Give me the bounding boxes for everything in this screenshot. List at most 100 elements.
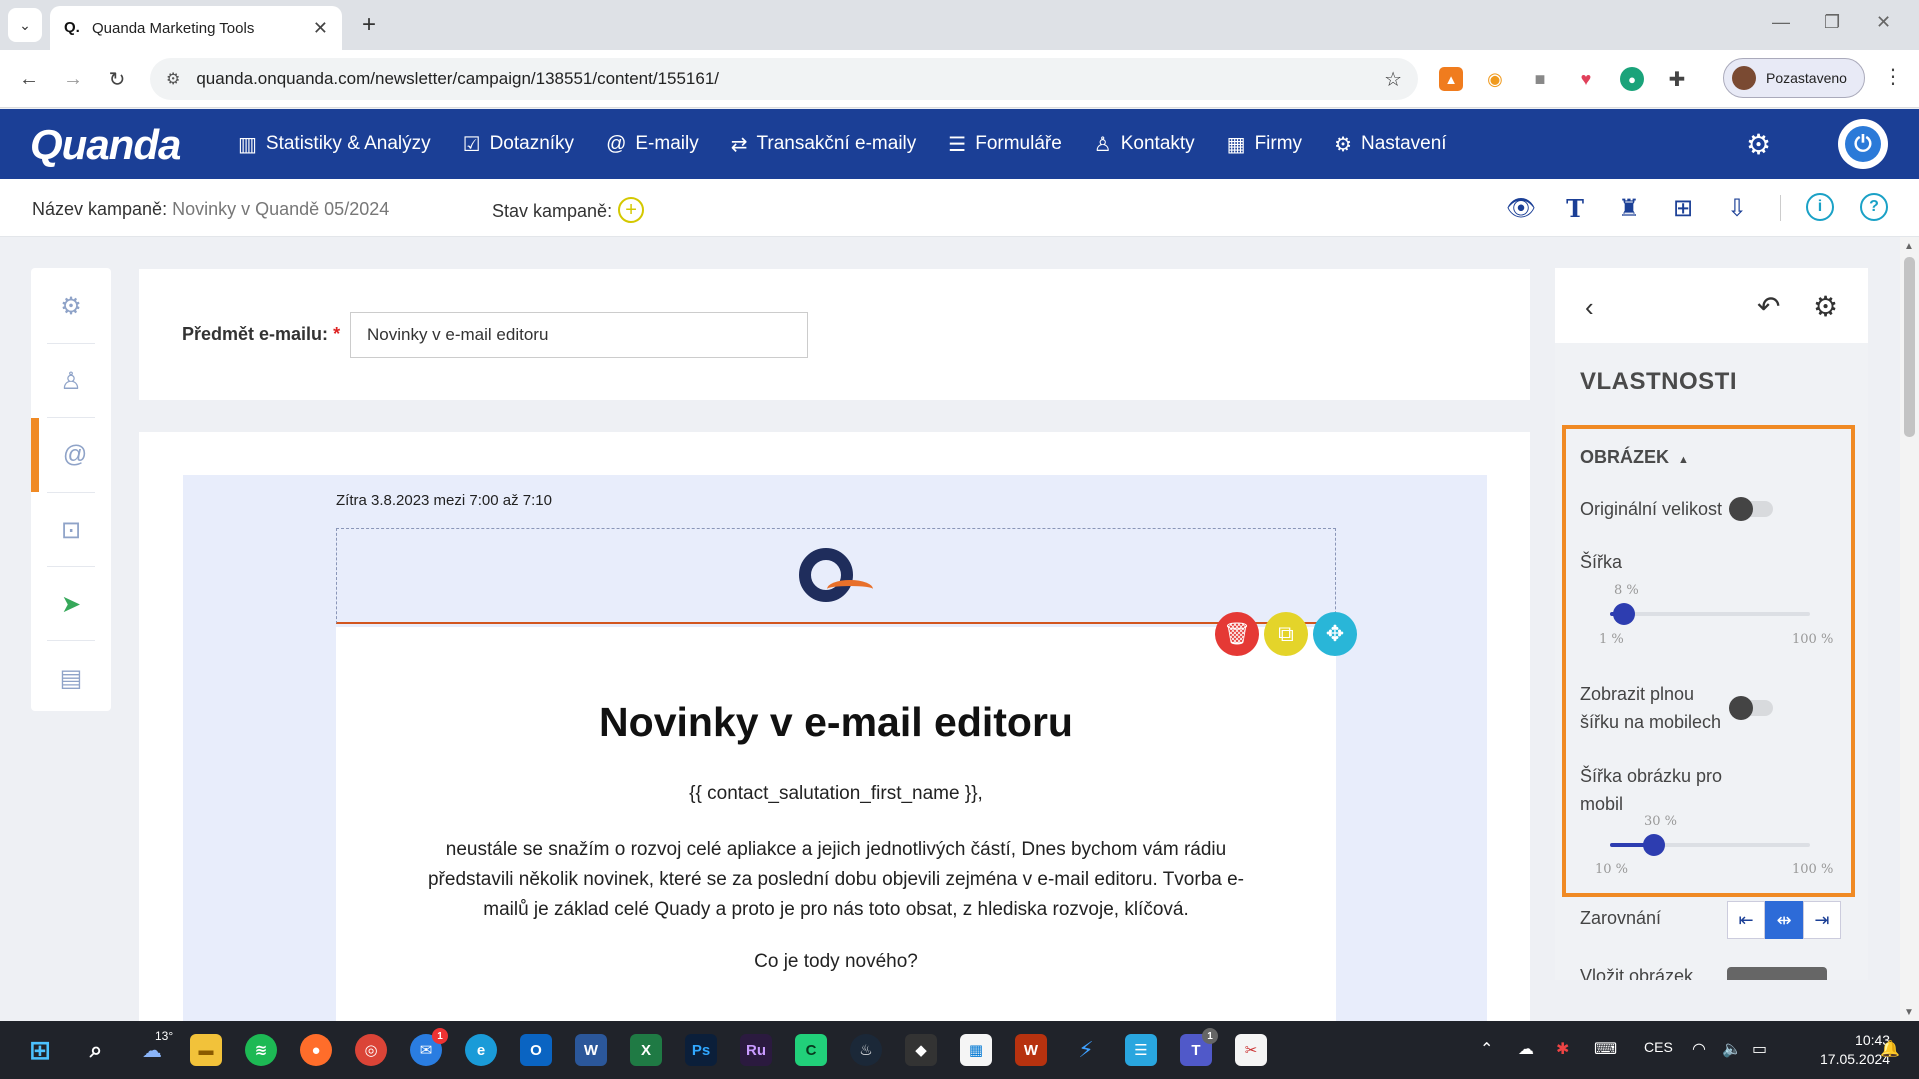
teams-icon[interactable]: T1 — [1180, 1028, 1218, 1066]
onedrive-icon[interactable]: ☁ — [1518, 1039, 1534, 1059]
notifications-bell-icon[interactable]: 🔔 — [1880, 1039, 1900, 1059]
gear-icon[interactable]: ⚙ — [1813, 290, 1838, 323]
notepad-icon[interactable]: ☰ — [1125, 1034, 1157, 1066]
snipping-tool-icon[interactable]: ✂ — [1235, 1034, 1267, 1066]
extensions-puzzle-icon[interactable]: ✚ — [1665, 67, 1689, 91]
add-state-icon[interactable]: + — [618, 197, 645, 223]
rss-extension-icon[interactable]: ◉ — [1483, 67, 1507, 91]
thunderbird-icon[interactable]: ✉ 1 — [410, 1028, 448, 1066]
email-question[interactable]: Co je tody nového? — [336, 951, 1336, 973]
text-style-icon[interactable]: T — [1560, 193, 1590, 223]
windows-start-icon[interactable]: ⊞ — [24, 1034, 56, 1066]
subject-input[interactable] — [350, 312, 808, 358]
help-icon[interactable]: ? — [1860, 193, 1888, 221]
microsoft-store-icon[interactable]: ▦ — [960, 1034, 992, 1066]
minimize-icon[interactable]: — — [1772, 12, 1790, 33]
pocket-extension-icon[interactable]: ♥ — [1574, 67, 1598, 91]
logout-button[interactable]: ⏻ — [1838, 119, 1888, 169]
original-size-toggle[interactable] — [1729, 497, 1773, 521]
back-arrow-icon[interactable]: ← — [14, 64, 44, 94]
delete-block-button[interactable]: 🗑 — [1215, 612, 1259, 656]
width-slider[interactable] — [1610, 603, 1810, 625]
file-explorer-icon[interactable]: ▬ — [190, 1034, 222, 1066]
battery-icon[interactable]: ▭ — [1752, 1039, 1767, 1059]
browser-tab[interactable]: Q. Quanda Marketing Tools ✕ — [50, 6, 342, 50]
ublock-extension-icon[interactable]: ● — [1620, 67, 1644, 91]
word-icon[interactable]: W — [575, 1034, 607, 1066]
align-right-button[interactable]: ⇥ — [1803, 901, 1841, 939]
mobile-full-width-toggle[interactable] — [1729, 696, 1773, 720]
outlook-icon[interactable]: O — [520, 1034, 552, 1066]
edge-icon[interactable]: e — [465, 1034, 497, 1066]
insert-image-button[interactable] — [1727, 967, 1827, 980]
quanda-logo[interactable]: Quanda — [30, 121, 181, 169]
sidebar-item-content[interactable]: @ — [31, 418, 111, 492]
power-automate-icon[interactable]: ⚡ — [1070, 1034, 1102, 1066]
sidebar-item-report[interactable]: ▤ — [31, 641, 111, 715]
nav-item-forms[interactable]: ☰ Formuláře — [948, 132, 1062, 157]
chrome-icon[interactable]: ◎ — [355, 1034, 387, 1066]
site-settings-icon[interactable]: ⚙ — [166, 69, 180, 89]
bookmark-star-icon[interactable]: ☆ — [1384, 67, 1402, 92]
restore-icon[interactable]: ❐ — [1824, 12, 1840, 33]
profile-button[interactable]: Pozastaveno — [1723, 58, 1865, 98]
scroll-up-icon[interactable]: ▲ — [1904, 241, 1914, 252]
align-left-button[interactable]: ⇤ — [1727, 901, 1765, 939]
firefox-icon[interactable]: ● — [300, 1034, 332, 1066]
preview-eye-icon[interactable]: 👁 — [1506, 193, 1536, 223]
sidebar-item-automation[interactable]: ⊡ — [31, 493, 111, 567]
nav-item-companies[interactable]: ▦ Firmy — [1227, 132, 1302, 157]
app-settings-gear-icon[interactable]: ⚙ — [1746, 128, 1771, 161]
photoshop-icon[interactable]: Ps — [685, 1034, 717, 1066]
undo-icon[interactable]: ↶ — [1757, 290, 1780, 323]
excel-icon[interactable]: X — [630, 1034, 662, 1066]
wifi-icon[interactable]: ◠ — [1692, 1039, 1706, 1059]
spotify-icon[interactable]: ≋ — [245, 1034, 277, 1066]
scroll-down-icon[interactable]: ▼ — [1904, 1007, 1914, 1018]
camera-extension-icon[interactable]: ■ — [1528, 67, 1552, 91]
email-title[interactable]: Novinky v e-mail editoru — [336, 699, 1336, 746]
forward-arrow-icon[interactable]: → — [58, 64, 88, 94]
new-tab-button[interactable]: + — [352, 8, 386, 42]
section-header-image[interactable]: OBRÁZEK ▲ — [1580, 447, 1689, 468]
scrollbar-thumb[interactable] — [1904, 257, 1915, 437]
paint-brush-icon[interactable]: ♜ — [1614, 193, 1644, 223]
email-paragraph[interactable]: neustále se snažím o rozvoj celé apliakc… — [406, 835, 1266, 925]
reload-icon[interactable]: ↻ — [102, 64, 132, 94]
nav-item-contacts[interactable]: ♙ Kontakty — [1094, 132, 1195, 157]
search-icon[interactable]: ⌕ — [80, 1034, 112, 1066]
nav-item-surveys[interactable]: ☑ Dotazníky — [463, 132, 574, 157]
inkscape-icon[interactable]: ◆ — [905, 1034, 937, 1066]
preheader-text[interactable]: Zítra 3.8.2023 mezi 7:00 až 7:10 — [336, 492, 552, 509]
analytics-extension-icon[interactable]: ▲ — [1439, 67, 1463, 91]
volume-icon[interactable]: 🔈 — [1722, 1039, 1742, 1059]
nav-item-settings[interactable]: ⚙ Nastavení — [1334, 132, 1446, 157]
input-language[interactable]: CES — [1644, 1039, 1673, 1055]
page-scrollbar[interactable]: ▲ ▼ — [1900, 237, 1919, 1021]
image-block-selected[interactable] — [336, 528, 1336, 624]
nav-item-emails[interactable]: @ E-maily — [606, 133, 699, 156]
nav-item-transactional-emails[interactable]: ⇄ Transakční e-maily — [731, 132, 917, 157]
address-bar[interactable]: ⚙ quanda.onquanda.com/newsletter/campaig… — [150, 58, 1418, 100]
download-file-icon[interactable]: ⇩ — [1722, 193, 1752, 223]
more-menu-icon[interactable]: ⋮ — [1883, 64, 1903, 89]
sidebar-item-settings[interactable]: ⚙ — [31, 269, 111, 343]
nav-item-statistics[interactable]: ▥ Statistiky & Analýzy — [238, 132, 431, 157]
steam-icon[interactable]: ♨ — [850, 1034, 882, 1066]
align-center-button[interactable]: ⇹ — [1765, 901, 1803, 939]
info-icon[interactable]: i — [1806, 193, 1834, 221]
keyboard-icon[interactable]: ⌨ — [1594, 1039, 1617, 1059]
premiere-rush-icon[interactable]: Ru — [740, 1034, 772, 1066]
sidebar-item-recipients[interactable]: ♙ — [31, 344, 111, 418]
duplicate-block-button[interactable]: ⧉ — [1264, 612, 1308, 656]
add-file-icon[interactable]: ⊞ — [1668, 193, 1698, 223]
chevron-up-icon[interactable]: ⌃ — [1480, 1039, 1493, 1059]
tab-search-button[interactable]: ⌄ — [8, 8, 42, 42]
camtasia-icon[interactable]: C — [795, 1034, 827, 1066]
mobile-width-slider[interactable] — [1610, 834, 1810, 856]
move-block-button[interactable]: ✥ — [1313, 612, 1357, 656]
close-icon[interactable]: ✕ — [313, 18, 328, 39]
chevron-left-icon[interactable]: ‹ — [1585, 292, 1594, 323]
vivaldi-icon[interactable]: W — [1015, 1034, 1047, 1066]
window-close-icon[interactable]: ✕ — [1876, 12, 1891, 33]
